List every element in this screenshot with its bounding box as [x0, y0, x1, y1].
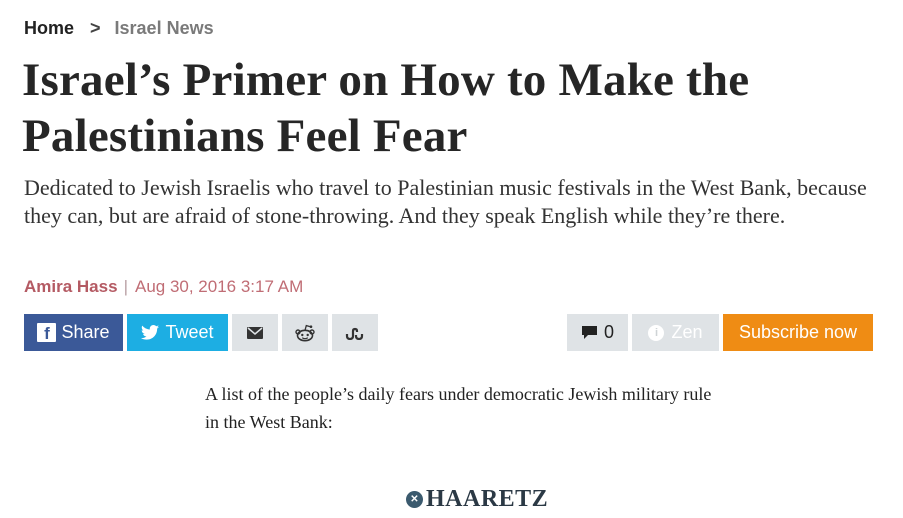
share-bar: f Share Tweet 0 i Zen Subscribe now [24, 314, 873, 351]
reddit-share-button[interactable] [282, 314, 328, 351]
byline: Amira Hass | Aug 30, 2016 3:17 AM [24, 277, 303, 297]
twitter-tweet-button[interactable]: Tweet [127, 314, 228, 351]
facebook-share-button[interactable]: f Share [24, 314, 123, 351]
haaretz-logo-icon: ✕ [406, 491, 423, 508]
zen-icon: i [648, 324, 665, 341]
email-share-button[interactable] [232, 314, 278, 351]
byline-separator: | [123, 277, 128, 296]
article-subtitle: Dedicated to Jewish Israelis who travel … [24, 175, 867, 228]
breadcrumb-separator: > [90, 18, 101, 38]
comment-bubble-icon [581, 325, 598, 340]
facebook-share-label: Share [61, 322, 110, 342]
author-link[interactable]: Amira Hass [24, 277, 118, 297]
twitter-icon [141, 325, 160, 340]
publish-date: Aug 30, 2016 3:17 AM [134, 277, 304, 296]
subscribe-button[interactable]: Subscribe now [723, 314, 873, 351]
article-body-intro: A list of the people’s daily fears under… [205, 384, 712, 432]
breadcrumb-section-link[interactable]: Israel News [115, 18, 214, 39]
haaretz-logo-text: HAARETZ [426, 486, 549, 512]
stumbleupon-icon [345, 326, 365, 340]
breadcrumb: Home > Israel News [24, 18, 214, 39]
comments-count: 0 [603, 322, 614, 342]
twitter-tweet-label: Tweet [165, 322, 214, 342]
facebook-icon: f [37, 323, 57, 343]
article-headline: Israel’s Primer on How to Make the Pales… [22, 54, 750, 162]
haaretz-logo[interactable]: ✕ HAARETZ [406, 486, 548, 513]
reddit-icon [295, 324, 315, 342]
envelope-icon [247, 326, 263, 339]
comments-button[interactable]: 0 [567, 314, 628, 351]
zen-label: Zen [671, 322, 703, 342]
breadcrumb-home-link[interactable]: Home [24, 18, 74, 39]
stumbleupon-share-button[interactable] [332, 314, 378, 351]
zen-mode-button[interactable]: i Zen [632, 314, 719, 351]
